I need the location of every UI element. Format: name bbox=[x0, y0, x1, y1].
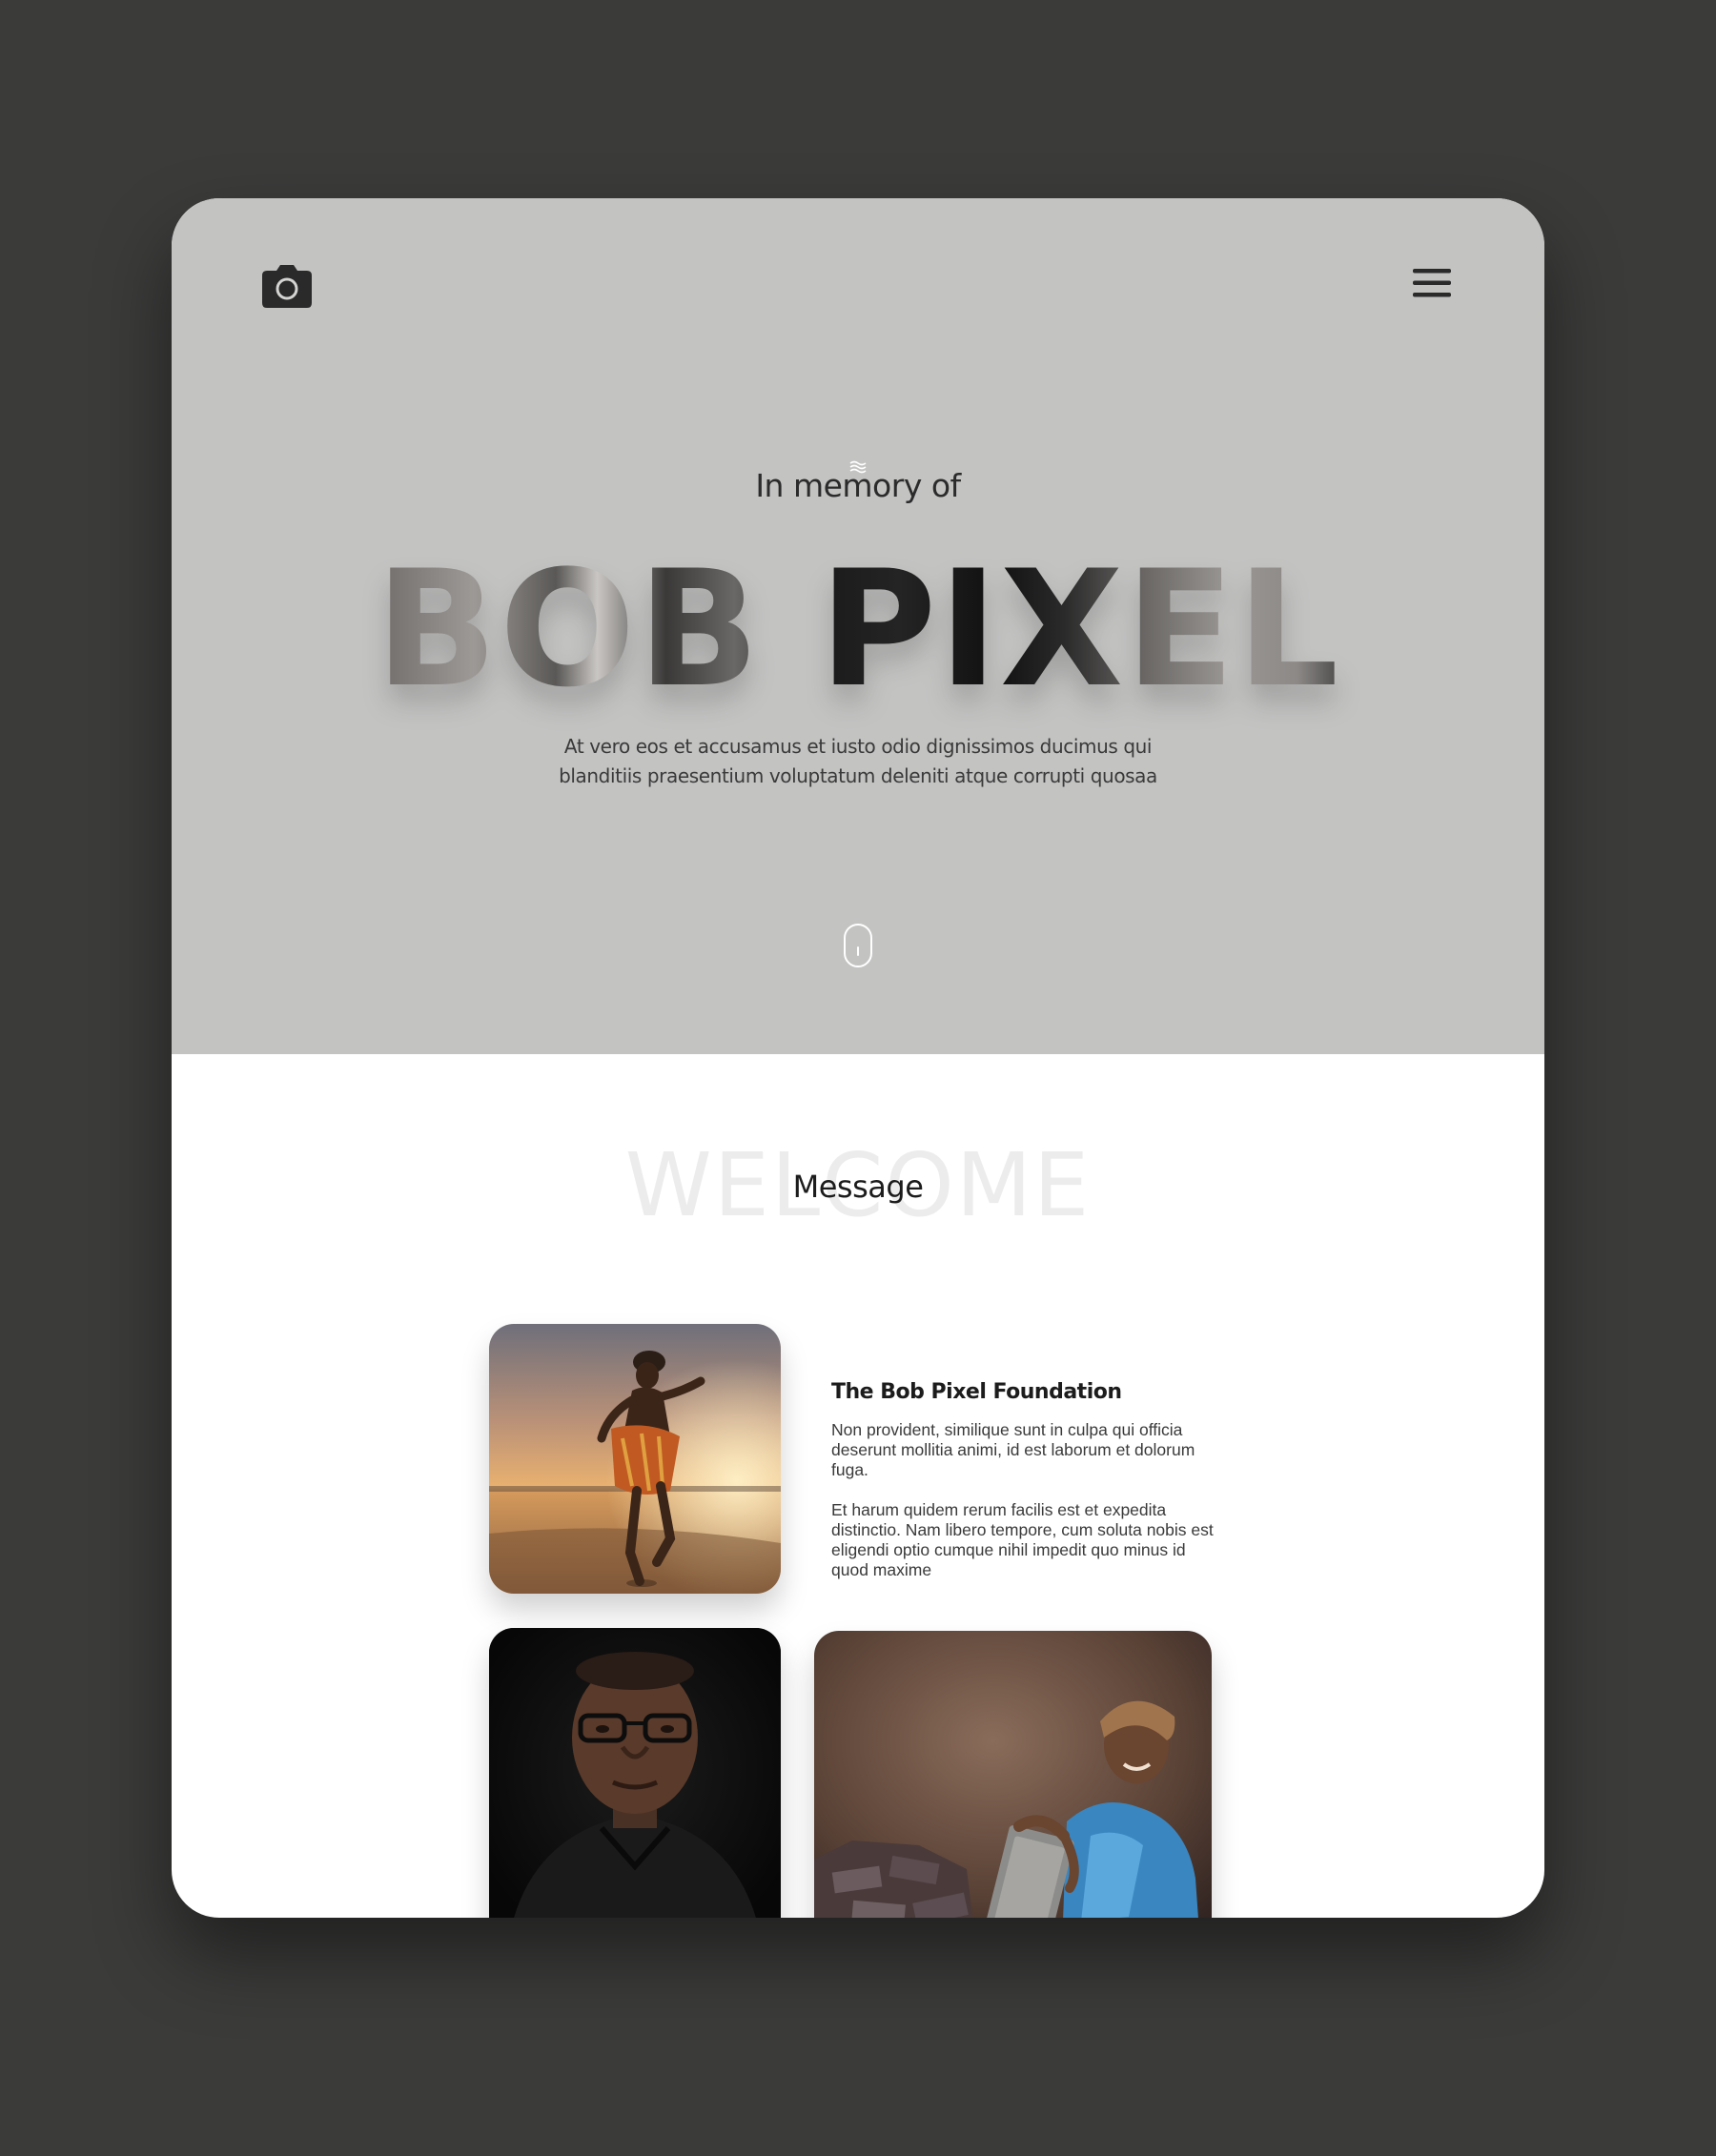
hero-pretitle: In memory of bbox=[755, 467, 961, 504]
hero-name-title: BOB PIXEL bbox=[172, 549, 1544, 709]
foundation-paragraph-2: Et harum quidem rerum facilis est et exp… bbox=[831, 1500, 1214, 1579]
hero-section: In memory of BOB PIXEL At vero eos et ac… bbox=[172, 198, 1544, 1054]
section-title: Message bbox=[792, 1169, 924, 1205]
foundation-paragraph-1: Non provident, similique sunt in culpa q… bbox=[831, 1420, 1195, 1479]
camera-icon[interactable] bbox=[261, 263, 313, 309]
foundation-title: The Bob Pixel Foundation bbox=[831, 1380, 1122, 1404]
hero-description: At vero eos et accusamus et iusto odio d… bbox=[559, 735, 1157, 787]
scroll-mouse-icon[interactable] bbox=[844, 924, 872, 967]
dancer-photo bbox=[489, 1324, 781, 1594]
portrait-photo bbox=[489, 1628, 781, 1918]
page-frame: In memory of BOB PIXEL At vero eos et ac… bbox=[172, 198, 1544, 1918]
woman-working-photo bbox=[814, 1631, 1212, 1918]
hamburger-menu-icon[interactable] bbox=[1411, 267, 1453, 299]
scroll-wheel-indicator bbox=[857, 946, 859, 956]
